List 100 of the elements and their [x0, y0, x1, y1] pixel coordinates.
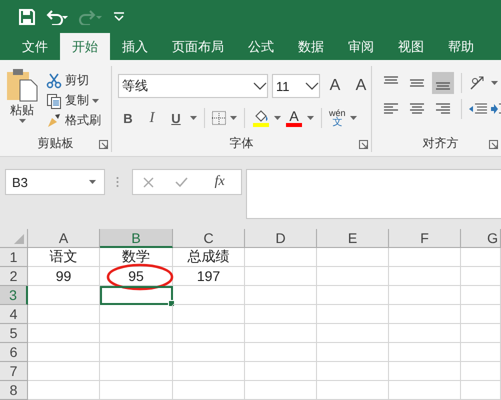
caret-icon[interactable] — [190, 116, 197, 120]
caret-icon[interactable] — [274, 116, 281, 120]
table-cell[interactable] — [100, 343, 173, 362]
ribbon-tab[interactable]: 帮助 — [436, 33, 486, 60]
select-all-icon[interactable] — [14, 234, 24, 244]
table-cell[interactable] — [317, 286, 389, 305]
align-left-icon[interactable] — [384, 102, 398, 116]
table-cell[interactable] — [461, 324, 501, 343]
row-header[interactable]: 7 — [0, 362, 28, 381]
ribbon-tab[interactable]: 页面布局 — [160, 33, 236, 60]
caret-icon[interactable] — [491, 81, 498, 85]
dropdown-icon[interactable] — [253, 82, 267, 90]
table-cell[interactable] — [173, 381, 245, 400]
table-cell[interactable]: 197 — [173, 267, 245, 286]
ribbon-tab[interactable]: 审阅 — [336, 33, 386, 60]
table-cell[interactable] — [173, 343, 245, 362]
table-cell[interactable] — [317, 362, 389, 381]
increase-font-button[interactable]: A — [324, 77, 346, 95]
cancel-icon[interactable] — [143, 176, 154, 188]
table-cell[interactable] — [461, 381, 501, 400]
table-cell[interactable] — [317, 343, 389, 362]
phonetic-guide-button[interactable]: wén 文 — [329, 108, 346, 128]
table-cell[interactable] — [389, 324, 461, 343]
row-header[interactable]: 5 — [0, 324, 28, 343]
table-cell[interactable] — [173, 286, 245, 305]
table-cell[interactable] — [317, 381, 389, 400]
insert-function-button[interactable]: fx — [208, 173, 231, 191]
dialog-launcher-icon[interactable] — [489, 140, 498, 149]
align-center-icon[interactable] — [410, 102, 424, 116]
ribbon-tab[interactable]: 开始 — [60, 33, 110, 60]
table-cell[interactable] — [245, 305, 317, 324]
table-cell[interactable] — [389, 381, 461, 400]
caret-icon[interactable] — [350, 116, 357, 120]
table-cell[interactable] — [461, 305, 501, 324]
increase-indent-icon[interactable] — [491, 102, 501, 116]
dialog-launcher-icon[interactable] — [99, 140, 108, 149]
row-header[interactable]: 4 — [0, 305, 28, 324]
table-cell[interactable] — [389, 343, 461, 362]
table-cell[interactable] — [100, 305, 173, 324]
align-right-icon[interactable] — [436, 102, 450, 116]
table-cell[interactable] — [28, 305, 100, 324]
ribbon-tab[interactable]: 文件 — [10, 33, 60, 60]
copy-button[interactable]: 复制 — [44, 92, 103, 109]
table-cell[interactable] — [100, 362, 173, 381]
table-cell[interactable]: 语文 — [28, 248, 100, 267]
caret-icon[interactable] — [89, 180, 96, 184]
table-cell[interactable] — [245, 286, 317, 305]
format-painter-button[interactable]: 格式刷 — [44, 112, 103, 129]
fill-handle[interactable] — [168, 300, 175, 307]
selected-cell[interactable] — [100, 286, 173, 305]
enter-check-icon[interactable] — [174, 177, 188, 187]
cut-button[interactable]: 剪切 — [44, 72, 103, 89]
row-header[interactable]: 1 — [0, 248, 28, 267]
row-header[interactable]: 2 — [0, 267, 28, 286]
ribbon-tab[interactable]: 视图 — [386, 33, 436, 60]
row-header[interactable]: 8 — [0, 381, 28, 400]
name-box[interactable]: B3 — [5, 169, 105, 195]
borders-icon[interactable] — [212, 111, 226, 125]
table-cell[interactable]: 总成绩 — [173, 248, 245, 267]
table-cell[interactable] — [100, 381, 173, 400]
row-header[interactable]: 3 — [0, 286, 28, 305]
table-cell[interactable] — [461, 362, 501, 381]
table-cell[interactable] — [100, 324, 173, 343]
decrease-font-button[interactable]: A — [350, 77, 372, 95]
row-header[interactable]: 6 — [0, 343, 28, 362]
column-header[interactable]: F — [389, 229, 461, 248]
caret-icon[interactable] — [307, 116, 314, 120]
table-cell[interactable] — [389, 267, 461, 286]
ribbon-tab[interactable]: 插入 — [110, 33, 160, 60]
table-cell[interactable] — [389, 305, 461, 324]
table-cell[interactable] — [317, 248, 389, 267]
caret-icon[interactable] — [92, 98, 99, 102]
dialog-launcher-icon[interactable] — [359, 140, 368, 149]
align-bottom-button[interactable] — [432, 72, 454, 94]
save-icon[interactable] — [19, 8, 35, 24]
table-cell[interactable] — [461, 248, 501, 267]
table-cell[interactable] — [245, 362, 317, 381]
table-cell[interactable] — [245, 343, 317, 362]
table-cell[interactable] — [461, 286, 501, 305]
table-cell[interactable] — [245, 381, 317, 400]
table-cell[interactable] — [28, 324, 100, 343]
table-cell[interactable] — [28, 362, 100, 381]
table-cell[interactable] — [317, 267, 389, 286]
table-cell[interactable] — [28, 286, 100, 305]
formula-input[interactable] — [246, 169, 501, 219]
table-cell[interactable]: 数学 — [100, 248, 173, 267]
caret-icon[interactable] — [230, 116, 237, 120]
paste-button[interactable]: 粘贴 — [0, 66, 44, 134]
column-header[interactable]: G — [461, 229, 501, 248]
font-name-field[interactable]: 等线 — [118, 74, 268, 98]
table-cell[interactable] — [317, 305, 389, 324]
font-color-button[interactable]: A — [285, 109, 303, 127]
table-cell[interactable] — [245, 267, 317, 286]
column-header[interactable]: E — [317, 229, 389, 248]
table-cell[interactable] — [317, 324, 389, 343]
column-header[interactable]: B — [100, 229, 173, 248]
table-cell[interactable] — [389, 362, 461, 381]
column-header[interactable]: C — [173, 229, 245, 248]
caret-icon[interactable] — [18, 119, 26, 123]
table-cell[interactable] — [173, 324, 245, 343]
